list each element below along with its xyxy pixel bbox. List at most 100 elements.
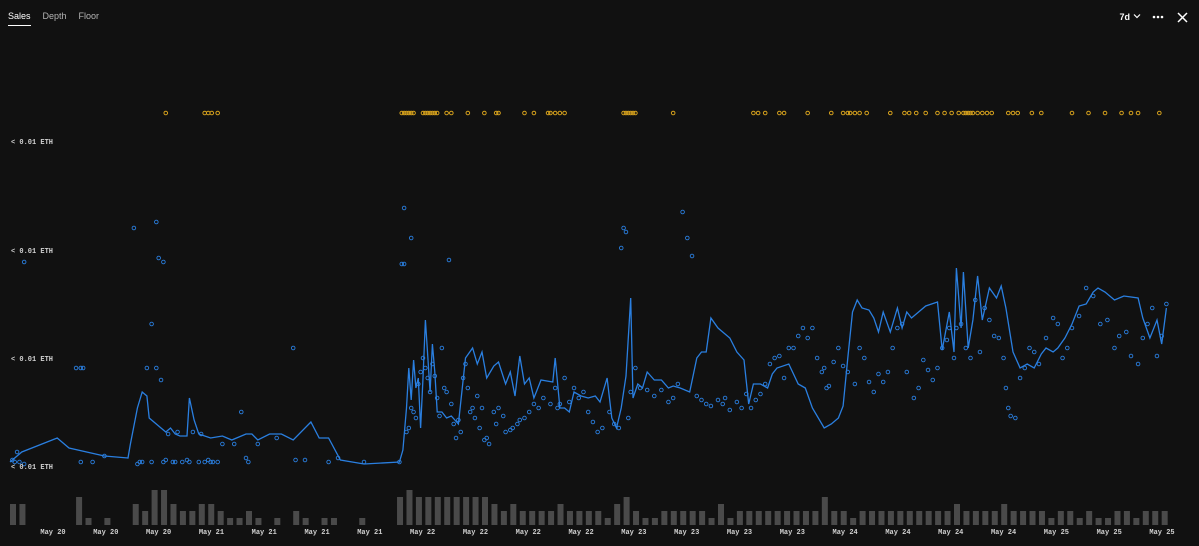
volume-bar xyxy=(1001,504,1008,525)
volume-bar xyxy=(453,497,460,525)
sale-point xyxy=(800,325,806,331)
listing-marker xyxy=(777,110,782,116)
volume-bar xyxy=(1105,518,1112,525)
volume-bar xyxy=(1020,511,1027,525)
volume-bar xyxy=(642,518,649,525)
sale-point xyxy=(810,325,815,331)
sale-point xyxy=(552,385,558,391)
sale-point xyxy=(172,459,178,465)
sale-point xyxy=(890,345,895,351)
volume-bar xyxy=(519,511,526,525)
sale-point xyxy=(444,389,449,395)
sale-point xyxy=(491,409,497,415)
sale-point xyxy=(699,397,704,403)
volume-bar xyxy=(595,511,602,525)
sale-point xyxy=(541,395,546,401)
sale-point xyxy=(791,345,796,351)
x-tick-label: May 25 xyxy=(1044,529,1069,537)
sale-points xyxy=(10,205,1169,467)
sale-point xyxy=(786,345,792,351)
sale-point xyxy=(727,407,733,413)
sale-point xyxy=(205,457,211,463)
volume-bar xyxy=(19,504,26,525)
x-tick-label: May 20 xyxy=(93,529,118,537)
sale-point xyxy=(921,357,926,363)
volume-bar xyxy=(1095,518,1102,525)
sale-point xyxy=(135,461,140,467)
listing-marker xyxy=(902,110,907,116)
sale-point xyxy=(156,255,161,261)
x-tick-label: May 22 xyxy=(463,529,488,537)
listing-marker xyxy=(970,110,976,116)
listing-marker xyxy=(840,110,846,116)
sale-point xyxy=(1017,375,1023,381)
x-tick-label: May 20 xyxy=(40,529,65,537)
sale-point xyxy=(781,375,787,381)
sale-point xyxy=(441,385,447,391)
x-tick-label: May 21 xyxy=(199,529,224,537)
volume-bar xyxy=(661,511,668,525)
sale-point xyxy=(652,393,657,399)
volume-bar xyxy=(557,504,564,525)
sale-point xyxy=(246,459,251,465)
sale-point xyxy=(1140,335,1146,341)
listing-marker xyxy=(552,110,558,116)
listing-marker xyxy=(449,110,454,116)
volume-bar xyxy=(548,511,555,525)
sale-point xyxy=(930,377,936,383)
x-tick-label: May 25 xyxy=(1097,529,1122,537)
listing-marker xyxy=(411,110,416,116)
volume-bar xyxy=(576,511,583,525)
sale-point xyxy=(876,371,881,377)
x-tick-label: May 23 xyxy=(727,529,752,537)
sale-point xyxy=(80,365,86,371)
sale-point xyxy=(623,229,629,235)
sale-point xyxy=(871,389,877,395)
volume-bar xyxy=(699,511,706,525)
sale-point xyxy=(73,365,79,371)
y-tick-label: < 0.01 ETH xyxy=(11,248,53,256)
volume-bar xyxy=(614,504,621,525)
sale-point xyxy=(302,457,308,463)
sale-point xyxy=(231,441,237,447)
sale-point xyxy=(293,457,298,463)
sale-point xyxy=(748,405,754,411)
sale-point xyxy=(475,393,480,399)
listing-marker xyxy=(989,110,995,116)
listing-marker xyxy=(935,110,940,116)
volume-bar xyxy=(897,511,904,525)
listing-marker xyxy=(496,110,501,116)
volume-bar xyxy=(482,497,488,525)
sale-point xyxy=(149,459,154,465)
sale-point xyxy=(621,225,626,231)
sale-point xyxy=(190,429,196,435)
sale-point xyxy=(916,385,921,391)
volume-bar xyxy=(406,490,413,525)
listing-marker xyxy=(949,110,954,116)
sale-point xyxy=(508,427,513,433)
volume-bar xyxy=(321,518,328,525)
listing-marker xyxy=(1015,110,1021,116)
sale-point xyxy=(904,369,910,375)
sale-point xyxy=(401,205,407,211)
volume-bar xyxy=(774,511,781,525)
sale-point xyxy=(239,409,244,415)
sale-point xyxy=(500,413,506,419)
volume-bar xyxy=(585,511,592,525)
volume-bar xyxy=(425,497,432,525)
sale-point xyxy=(659,387,664,393)
volume-bar xyxy=(765,511,772,525)
volume-bar xyxy=(633,511,640,525)
volume-bar xyxy=(217,511,224,525)
listing-marker xyxy=(1157,110,1162,116)
volume-bar xyxy=(708,518,715,525)
volume-bar xyxy=(179,511,186,525)
listing-marker xyxy=(465,110,471,116)
volume-bar xyxy=(104,518,111,525)
sale-point xyxy=(479,405,485,411)
sale-point xyxy=(1003,385,1009,391)
sale-point xyxy=(139,459,145,465)
sale-point xyxy=(439,345,445,351)
listing-marker xyxy=(1086,110,1091,116)
volume-bar xyxy=(812,511,819,525)
